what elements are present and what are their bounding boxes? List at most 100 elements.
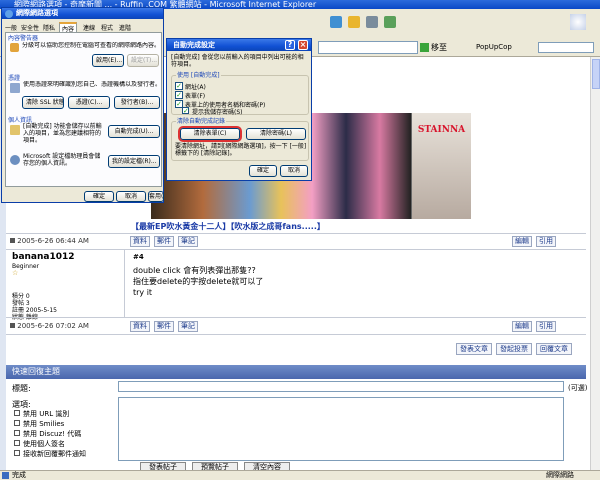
clear-history-group: 清除自動完成記錄 清除表單(C) 清除密碼(L) 要清除網址，請到[網際網路選項… xyxy=(171,116,309,161)
settings-button[interactable]: 設定(T)... xyxy=(127,54,159,67)
status-bar: 完成 網際網路 xyxy=(0,470,600,480)
apply-button[interactable]: 套用(A) xyxy=(148,191,164,202)
quote-button[interactable]: 引用 xyxy=(536,321,556,332)
internet-options-dialog: 網際網路選項 一般 安全性 隱私 內容 連線 程式 進階 內容警告器 分級可以協… xyxy=(1,7,164,203)
internet-options-title: 網際網路選項 xyxy=(16,9,58,17)
title-label: 標題: xyxy=(12,384,31,393)
reply-button[interactable]: 回覆文章 xyxy=(536,343,572,355)
autocomplete-cancel-button[interactable]: 取消 xyxy=(280,165,308,177)
urls-label: 網址(A) xyxy=(185,84,206,91)
mail-button[interactable]: 郵件 xyxy=(154,236,174,247)
status-text: 完成 xyxy=(12,471,26,479)
clear-ssl-button[interactable]: 清除 SSL 狀態(S) xyxy=(22,96,64,109)
tab-strip: 一般 安全性 隱私 內容 連線 程式 進階 xyxy=(5,22,162,33)
option-email-notify[interactable]: 接收新回覆郵件通知 xyxy=(14,449,86,459)
content-advisor-desc: 分級可以協助您控制在電腦可查看的網際網路內容。 xyxy=(22,42,160,49)
reply-options: 禁用 URL 識別 禁用 Smilies 禁用 Discuz! 代碼 使用個人簽… xyxy=(14,409,86,459)
prompt-save-checkbox[interactable]: ✓ xyxy=(182,107,189,115)
content-tab-panel: 內容警告器 分級可以協助您控制在電腦可查看的網際網路內容。 啟用(E)... 設… xyxy=(5,32,162,187)
option-disable-url[interactable]: 禁用 URL 識別 xyxy=(14,409,86,419)
profile-icon xyxy=(10,155,20,165)
autocomplete-icon xyxy=(10,125,20,135)
divider xyxy=(6,249,586,250)
tab-privacy[interactable]: 隱私 xyxy=(43,23,55,32)
title-optional-hint: (可選) xyxy=(568,384,588,392)
content-advisor-icon xyxy=(10,43,19,52)
mail-icon[interactable] xyxy=(348,16,360,28)
edit-icon[interactable] xyxy=(384,16,396,28)
zone-text: 網際網路 xyxy=(546,471,574,479)
post-author[interactable]: banana1012 xyxy=(12,252,75,262)
autocomplete-button[interactable]: 自動完成(U)... xyxy=(108,125,160,138)
clear-forms-button[interactable]: 清除表單(C) xyxy=(180,128,240,140)
tab-general[interactable]: 一般 xyxy=(5,23,17,32)
help-icon[interactable]: ? xyxy=(285,40,295,50)
cancel-button[interactable]: 取消 xyxy=(116,191,146,202)
banner-text: STAINNA xyxy=(417,125,466,135)
quote-button[interactable]: 引用 xyxy=(536,236,556,247)
vertical-scrollbar[interactable] xyxy=(590,57,600,470)
autocomplete-title-bar: 自動完成設定 ? × xyxy=(167,39,311,51)
post-body: double click 會有列表彈出那隻?? 指住要delete的字按dele… xyxy=(133,266,264,297)
divider xyxy=(6,334,586,335)
certificates-desc: 使用憑證來明確識別您自己、憑證機構以及發行者。 xyxy=(23,81,161,88)
go-button[interactable]: 移至 xyxy=(420,41,460,54)
post-icon xyxy=(10,323,15,328)
post-column-divider xyxy=(124,250,125,317)
close-icon[interactable]: × xyxy=(298,40,308,50)
popup-blocker-field[interactable] xyxy=(538,42,594,53)
divider xyxy=(6,233,586,234)
certificates-button[interactable]: 憑證(C)... xyxy=(68,96,110,109)
clear-passwords-button[interactable]: 清除密碼(L) xyxy=(246,128,306,140)
option-disable-smilies[interactable]: 禁用 Smilies xyxy=(14,419,86,429)
profile-assistant-desc: Microsoft 設定檔助理員會儲存您的個人資訊。 xyxy=(23,153,101,167)
popup-blocker-label[interactable]: PopUpCop xyxy=(476,41,536,54)
divider xyxy=(6,317,586,318)
edit-button[interactable]: 編輯 xyxy=(512,236,532,247)
note-button[interactable]: 筆記 xyxy=(178,236,198,247)
banner-caption[interactable]: 【最新EP吹水黃金十二人】【吹水版之成哥fans.....】 xyxy=(131,221,531,233)
history-icon[interactable] xyxy=(330,16,342,28)
post1-time: 2005-6-26 06:44 AM xyxy=(10,237,89,245)
clear-history-label: 清除自動完成記錄 xyxy=(176,116,227,125)
internet-options-title-bar: 網際網路選項 xyxy=(2,8,163,19)
banner-image-right: STAINNA xyxy=(411,113,471,219)
autocomplete-title: 自動完成設定 xyxy=(173,41,215,49)
reply-textarea[interactable] xyxy=(118,397,564,461)
my-profile-button[interactable]: 我的設定檔(R)... xyxy=(108,155,160,168)
forms-checkbox[interactable]: ✓ xyxy=(175,91,183,99)
edit-button[interactable]: 編輯 xyxy=(512,321,532,332)
note-button[interactable]: 筆記 xyxy=(178,321,198,332)
autocomplete-desc: [自動完成] 功能會儲存以前輸入的項目，並為您建議相符的項目。 xyxy=(23,123,102,144)
prompt-save-label: 提示我儲存密碼(S) xyxy=(192,109,243,116)
new-topic-button[interactable]: 發表文章 xyxy=(456,343,492,355)
clear-history-desc: 要清除網址，請到[網際網路選項]，按一下 [一般] 標籤下的 [清除記錄]。 xyxy=(175,143,307,157)
tab-programs[interactable]: 程式 xyxy=(101,23,113,32)
page-icon xyxy=(2,472,9,479)
option-disable-discuz-code[interactable]: 禁用 Discuz! 代碼 xyxy=(14,429,86,439)
print-icon[interactable] xyxy=(366,16,378,28)
option-use-signature[interactable]: 使用個人簽名 xyxy=(14,439,86,449)
forms-label: 表單(F) xyxy=(185,93,206,100)
quick-reply-header: 快速回復主題 xyxy=(6,365,586,379)
post2-time: 2005-6-26 07:02 AM xyxy=(10,322,89,330)
tab-connections[interactable]: 連線 xyxy=(83,23,95,32)
new-poll-button[interactable]: 發起投票 xyxy=(496,343,532,355)
globe-icon xyxy=(5,10,13,18)
enable-button[interactable]: 啟用(E)... xyxy=(92,54,124,67)
address-input[interactable] xyxy=(318,41,418,54)
mail-button[interactable]: 郵件 xyxy=(154,321,174,332)
post-floor: #4 xyxy=(133,253,144,261)
title-input[interactable] xyxy=(118,381,564,392)
urls-checkbox[interactable]: ✓ xyxy=(175,82,183,90)
profile-button[interactable]: 資料 xyxy=(130,236,150,247)
post-icon xyxy=(10,238,15,243)
scrollbar-thumb[interactable] xyxy=(592,59,600,89)
profile-button[interactable]: 資料 xyxy=(130,321,150,332)
tab-advanced[interactable]: 進階 xyxy=(119,23,131,32)
tab-security[interactable]: 安全性 xyxy=(21,23,39,32)
ok-button[interactable]: 確定 xyxy=(84,191,114,202)
go-arrow-icon xyxy=(420,43,429,52)
autocomplete-ok-button[interactable]: 確定 xyxy=(249,165,277,177)
publishers-button[interactable]: 發行者(B)... xyxy=(114,96,160,109)
